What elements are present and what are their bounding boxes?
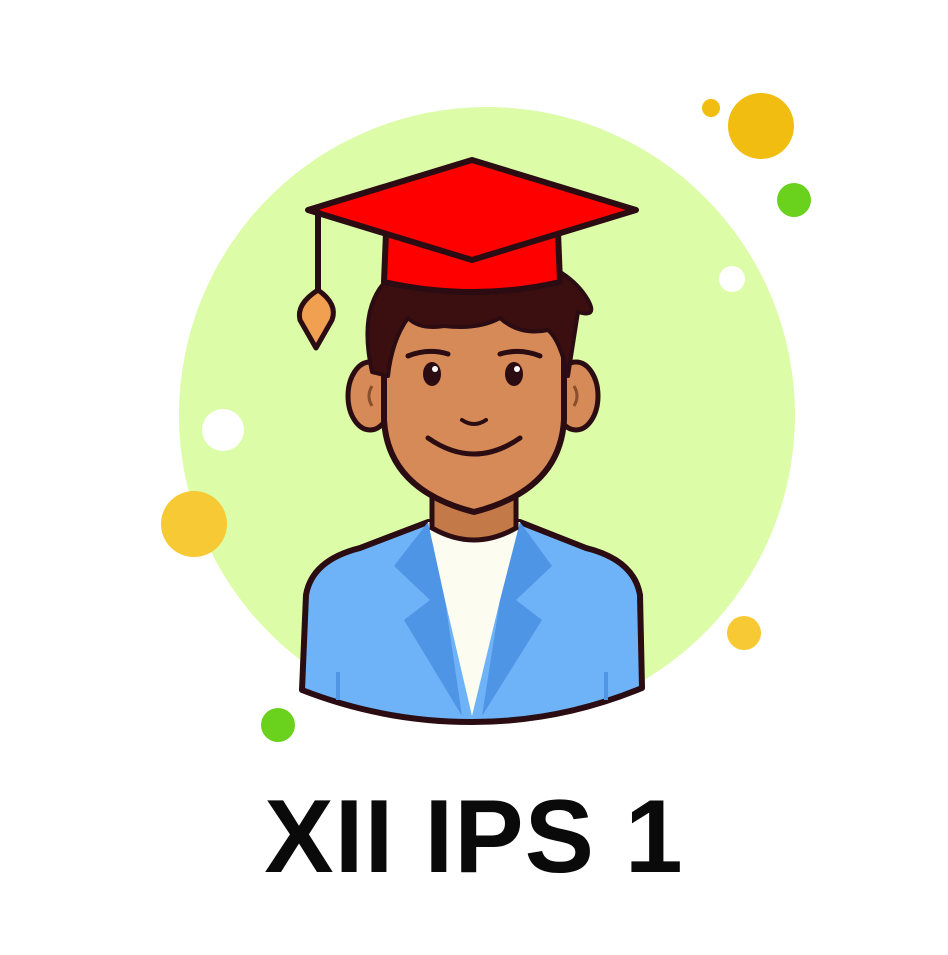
decor-dot-yellow-left [161,491,227,557]
class-name-caption: XII IPS 1 [264,779,684,895]
decor-dot-yellow-tiny [702,99,720,117]
decor-dot-yellow-large [728,93,794,159]
decor-dot-green-bottom [261,708,295,742]
decor-dot-white-left [202,409,244,451]
decor-dot-green-top [777,183,811,217]
jacket [299,519,645,725]
decor-dot-white-right [719,266,745,292]
decor-dot-yellow-right [727,616,761,650]
